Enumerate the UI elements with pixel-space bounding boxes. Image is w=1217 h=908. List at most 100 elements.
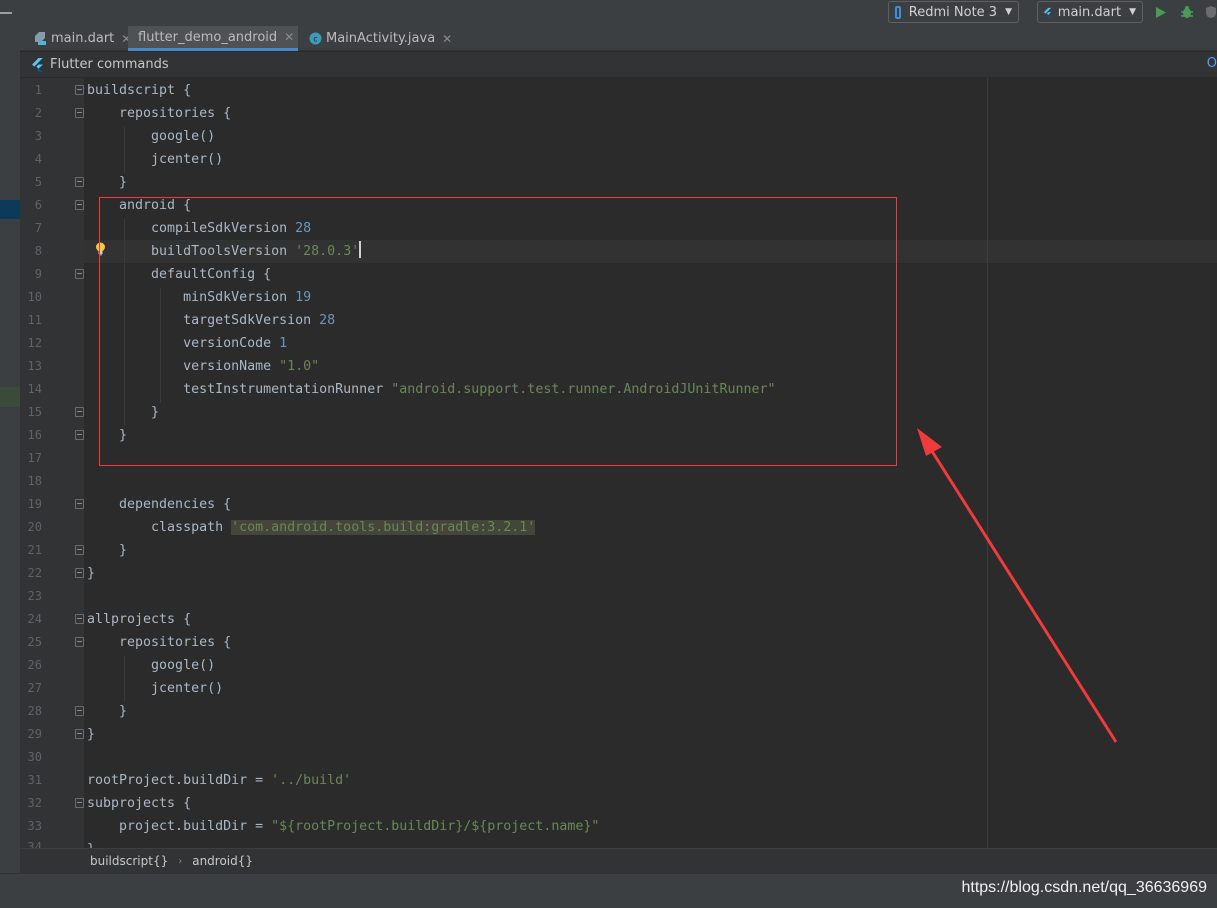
code-line: allprojects { bbox=[87, 608, 191, 631]
run-button[interactable] bbox=[1153, 4, 1169, 20]
device-selector[interactable]: Redmi Note 3 ▼ bbox=[888, 1, 1019, 23]
run-icon bbox=[1156, 6, 1166, 18]
debug-button[interactable] bbox=[1179, 4, 1195, 20]
line-number: 5 bbox=[34, 175, 42, 189]
code-line: project.buildDir = "${rootProject.buildD… bbox=[87, 815, 599, 838]
fold-marker[interactable] bbox=[75, 85, 84, 95]
code-line: } bbox=[87, 700, 127, 723]
tab-main-activity-java[interactable]: c MainActivity.java ✕ bbox=[303, 26, 458, 51]
code-string: '../build' bbox=[271, 773, 352, 788]
line-number: 4 bbox=[34, 152, 42, 166]
code-line: } bbox=[87, 838, 95, 848]
close-icon[interactable]: ✕ bbox=[284, 30, 294, 44]
line-number: 7 bbox=[34, 221, 42, 235]
bug-icon bbox=[1181, 6, 1193, 18]
fold-marker[interactable] bbox=[75, 269, 84, 279]
coverage-button[interactable] bbox=[1203, 4, 1217, 20]
fold-marker[interactable] bbox=[75, 430, 84, 440]
code-text: } bbox=[87, 727, 96, 742]
code-line: google() bbox=[87, 125, 215, 148]
flutter-commands-label[interactable]: Flutter commands bbox=[50, 57, 169, 72]
tab-flutter-demo-android[interactable]: flutter_demo_android ✕ bbox=[128, 26, 298, 51]
breadcrumb-item[interactable]: buildscript{} bbox=[90, 854, 168, 868]
line-number: 32 bbox=[27, 796, 42, 810]
line-number: 34 bbox=[27, 840, 42, 848]
fold-marker[interactable] bbox=[75, 706, 84, 716]
line-number: 24 bbox=[27, 612, 42, 626]
svg-text:c: c bbox=[313, 35, 317, 44]
line-number: 23 bbox=[27, 589, 42, 603]
editor-tab-bar: main.dart ✕ flutter_demo_android ✕ c Mai… bbox=[0, 26, 1217, 51]
fold-marker[interactable] bbox=[75, 637, 84, 647]
code-line: } bbox=[87, 723, 95, 746]
dart-file-icon bbox=[35, 32, 46, 45]
fold-marker[interactable] bbox=[75, 614, 84, 624]
breadcrumb-item[interactable]: android{} bbox=[192, 854, 253, 868]
fold-marker[interactable] bbox=[75, 177, 84, 187]
code-text: repositories { bbox=[87, 635, 232, 650]
fold-marker[interactable] bbox=[75, 200, 84, 210]
line-number: 1 bbox=[34, 83, 42, 97]
line-number: 16 bbox=[27, 428, 42, 442]
code-text: } bbox=[87, 704, 128, 719]
code-string-highlighted: 'com.android.tools.build:gradle:3.2.1' bbox=[231, 520, 536, 535]
line-number: 22 bbox=[27, 566, 42, 580]
code-line: } bbox=[87, 539, 127, 562]
line-number: 25 bbox=[27, 635, 42, 649]
fold-marker[interactable] bbox=[75, 499, 84, 509]
fold-marker[interactable] bbox=[75, 729, 84, 739]
code-text: subprojects { bbox=[87, 796, 192, 811]
tab-label: MainActivity.java bbox=[326, 31, 436, 46]
code-text: dependencies { bbox=[87, 497, 232, 512]
fold-marker[interactable] bbox=[75, 798, 84, 808]
code-line: } bbox=[87, 171, 127, 194]
flutter-commands-bar: Flutter commands O bbox=[20, 52, 1217, 78]
project-tree-selection bbox=[0, 200, 20, 219]
toolbar-divider bbox=[0, 12, 12, 14]
close-icon[interactable]: ✕ bbox=[442, 32, 452, 46]
fold-marker[interactable] bbox=[75, 545, 84, 555]
code-text: repositories { bbox=[87, 106, 232, 121]
flutter-icon bbox=[32, 57, 43, 72]
tab-label: flutter_demo_android bbox=[138, 29, 278, 45]
fold-marker[interactable] bbox=[75, 108, 84, 118]
fold-marker[interactable] bbox=[75, 568, 84, 578]
left-tool-strip bbox=[0, 51, 20, 873]
code-text: classpath bbox=[87, 520, 224, 535]
java-class-icon: c bbox=[309, 32, 322, 45]
chevron-right-icon: › bbox=[178, 855, 183, 867]
code-line: rootProject.buildDir = '../build' bbox=[87, 769, 351, 792]
right-margin-guide bbox=[987, 78, 988, 848]
watermark-text: https://blog.csdn.net/qq_36636969 bbox=[961, 879, 1207, 896]
code-text: google() bbox=[87, 658, 216, 673]
code-string: "${rootProject.buildDir}/${project.name}… bbox=[271, 819, 600, 834]
line-number: 8 bbox=[34, 244, 42, 258]
line-number: 11 bbox=[27, 313, 42, 327]
line-number: 31 bbox=[27, 773, 42, 787]
project-tree-highlight bbox=[0, 387, 20, 407]
line-number: 18 bbox=[27, 474, 42, 488]
line-number: 10 bbox=[27, 290, 42, 304]
tab-main-dart[interactable]: main.dart ✕ bbox=[28, 26, 137, 51]
open-link[interactable]: O bbox=[1207, 56, 1217, 71]
code-line: buildscript { bbox=[87, 79, 191, 102]
line-number: 12 bbox=[27, 336, 42, 350]
chevron-down-icon: ▼ bbox=[1005, 7, 1012, 17]
code-text: jcenter() bbox=[87, 681, 224, 696]
code-line: repositories { bbox=[87, 102, 231, 125]
run-config-label: main.dart bbox=[1057, 4, 1122, 20]
code-line: jcenter() bbox=[87, 148, 223, 171]
code-text: } bbox=[87, 175, 128, 190]
line-number: 14 bbox=[27, 382, 42, 396]
annotation-box bbox=[99, 197, 897, 466]
line-number: 9 bbox=[34, 267, 42, 281]
line-number: 33 bbox=[27, 819, 42, 833]
code-text: } bbox=[87, 543, 128, 558]
line-number: 21 bbox=[27, 543, 42, 557]
fold-marker[interactable] bbox=[75, 407, 84, 417]
phone-icon bbox=[895, 5, 901, 19]
run-config-selector[interactable]: main.dart ▼ bbox=[1037, 1, 1143, 23]
code-line: dependencies { bbox=[87, 493, 231, 516]
tab-bar-gutter bbox=[0, 26, 20, 51]
line-number: 19 bbox=[27, 497, 42, 511]
